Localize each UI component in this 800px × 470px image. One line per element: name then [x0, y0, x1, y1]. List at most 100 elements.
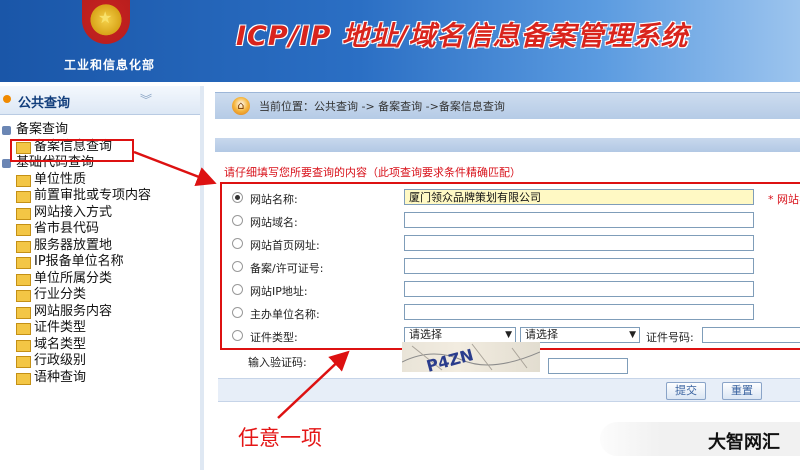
tree-item-language[interactable]: 语种查询 [0, 370, 200, 387]
tree-item-record-query[interactable]: 备案查询 [0, 122, 200, 139]
field-label: 网站首页网址: [250, 239, 320, 252]
ministry-name: 工业和信息化部 [64, 58, 156, 72]
field-label: 主办单位名称: [250, 308, 320, 321]
radio-homepage[interactable] [232, 238, 243, 249]
highlight-box-menu [10, 139, 134, 162]
form-row-site-name: 网站名称: 厦门领众品牌策划有限公司 * 网站名 [232, 189, 800, 207]
select-value: 请选择 [525, 328, 558, 341]
sponsor-unit-input[interactable] [404, 304, 754, 320]
radio-sponsor[interactable] [232, 307, 243, 318]
domain-input[interactable] [404, 212, 754, 228]
tree-item-label: 语种查询 [34, 369, 87, 385]
form-row-domain: 网站域名: [232, 212, 800, 230]
site-name-input[interactable]: 厦门领众品牌策划有限公司 [404, 189, 754, 205]
license-number-input[interactable] [404, 258, 754, 274]
tree-item-unit-nature[interactable]: 单位性质 [0, 172, 200, 189]
form-row-sponsor: 主办单位名称: [232, 304, 800, 322]
tree-item-label: 行业分类 [34, 287, 87, 302]
radio-domain[interactable] [232, 215, 243, 226]
tree-item-label: 网站服务内容 [34, 303, 113, 319]
tree-item-unit-category[interactable]: 单位所属分类 [0, 271, 200, 288]
field-label: 证件类型: [250, 331, 298, 344]
homepage-url-input[interactable] [404, 235, 754, 251]
tree-item-label: 单位所属分类 [34, 270, 113, 286]
cert-type-select-2[interactable]: 请选择 ▼ [520, 327, 640, 343]
cert-number-label: 证件号码: [646, 331, 694, 344]
reset-button[interactable]: 重置 [722, 382, 762, 400]
page-icon [16, 257, 31, 269]
form-row-license: 备案/许可证号: [232, 258, 800, 276]
page-icon [16, 224, 31, 236]
form-row-homepage: 网站首页网址: [232, 235, 800, 253]
tree-item-label: 服务器放置地 [34, 237, 113, 253]
tree-item-label: 省市县代码 [34, 221, 100, 236]
tree-item-domain-type[interactable]: 域名类型 [0, 337, 200, 354]
page-icon [16, 191, 31, 203]
dropdown-arrow-icon: ▼ [505, 330, 512, 340]
panel-header-strip [215, 138, 800, 152]
tree-item-cert-type[interactable]: 证件类型 [0, 320, 200, 337]
system-title: ICP/IP 地址/域名信息备案管理系统 [236, 21, 689, 52]
tree-item-admin-level[interactable]: 行政级别 [0, 353, 200, 370]
tree-item-server-location[interactable]: 服务器放置地 [0, 238, 200, 255]
tree-item-label: 行政级别 [34, 353, 87, 368]
radio-ip[interactable] [232, 284, 243, 295]
tree-item-label: 备案查询 [16, 122, 69, 137]
tree-item-pre-approval[interactable]: 前置审批或专项内容 [0, 188, 200, 205]
form-row-ip: 网站IP地址: [232, 281, 800, 299]
tree-item-ip-unit-name[interactable]: IP报备单位名称 [0, 254, 200, 271]
form-notice: 请仔细填写您所要查询的内容（此项查询要求条件精确匹配） [224, 166, 521, 179]
breadcrumb: ⌂ 当前位置：公共查询 -> 备案查询 ->备案信息查询 [215, 92, 800, 119]
tree-item-label: 网站接入方式 [34, 204, 113, 220]
tree-toggle-icon[interactable] [2, 126, 11, 135]
query-form: 网站名称: 厦门领众品牌策划有限公司 * 网站名 网站域名: 网站首页网址: 备… [220, 182, 800, 350]
tree-item-service-content[interactable]: 网站服务内容 [0, 304, 200, 321]
radio-site-name[interactable] [232, 192, 243, 203]
page-icon [16, 323, 31, 335]
tree-item-access-method[interactable]: 网站接入方式 [0, 205, 200, 222]
breadcrumb-text: 当前位置：公共查询 -> 备案查询 ->备案信息查询 [259, 100, 505, 113]
page-icon [16, 273, 31, 286]
field-label: 网站名称: [250, 193, 298, 206]
header-banner: ★ 工业和信息化部 ICP/IP 地址/域名信息备案管理系统 [0, 0, 800, 82]
button-bar: 提交 重置 [218, 378, 800, 402]
required-note: * 网站名 [768, 193, 800, 206]
ip-address-input[interactable] [404, 281, 754, 297]
home-icon[interactable]: ⌂ [232, 97, 250, 115]
page-icon [16, 339, 31, 352]
page-icon [16, 306, 31, 319]
tree-item-label: 前置审批或专项内容 [34, 188, 152, 203]
page-icon [16, 372, 31, 385]
field-label: 备案/许可证号: [250, 262, 324, 275]
captcha-label: 输入验证码: [248, 356, 307, 369]
sidebar-title: 公共查询 [18, 96, 71, 111]
captcha-input[interactable] [548, 358, 628, 374]
tree-item-label: IP报备单位名称 [34, 254, 124, 269]
sidebar-header[interactable]: 公共查询 ︾ [0, 86, 200, 115]
emblem-star-icon: ★ [98, 8, 113, 27]
page-icon [16, 174, 31, 187]
page-icon [16, 356, 31, 368]
collapse-chevron-icon[interactable]: ︾ [140, 91, 152, 108]
annotation-text: 任意一项 [238, 426, 322, 450]
submit-button[interactable]: 提交 [666, 382, 706, 400]
field-label: 网站域名: [250, 216, 298, 229]
radio-license[interactable] [232, 261, 243, 272]
dropdown-arrow-icon: ▼ [629, 330, 636, 340]
select-value: 请选择 [409, 328, 442, 341]
page-icon [16, 290, 31, 302]
page-icon [16, 207, 31, 220]
radio-cert[interactable] [232, 330, 243, 341]
tree-item-label: 域名类型 [34, 336, 87, 352]
cert-number-input[interactable] [702, 327, 800, 343]
captcha-image[interactable]: P4ZN [402, 342, 540, 372]
watermark: 大智网汇 [708, 432, 780, 453]
bullet-dot-icon [3, 95, 11, 103]
cert-type-select-1[interactable]: 请选择 ▼ [404, 327, 516, 343]
tree-item-region-code[interactable]: 省市县代码 [0, 221, 200, 238]
field-label: 网站IP地址: [250, 285, 308, 298]
tree-item-label: 证件类型 [34, 320, 87, 335]
page-icon [16, 240, 31, 253]
tree-item-industry[interactable]: 行业分类 [0, 287, 200, 304]
tree-item-label: 单位性质 [34, 171, 87, 187]
